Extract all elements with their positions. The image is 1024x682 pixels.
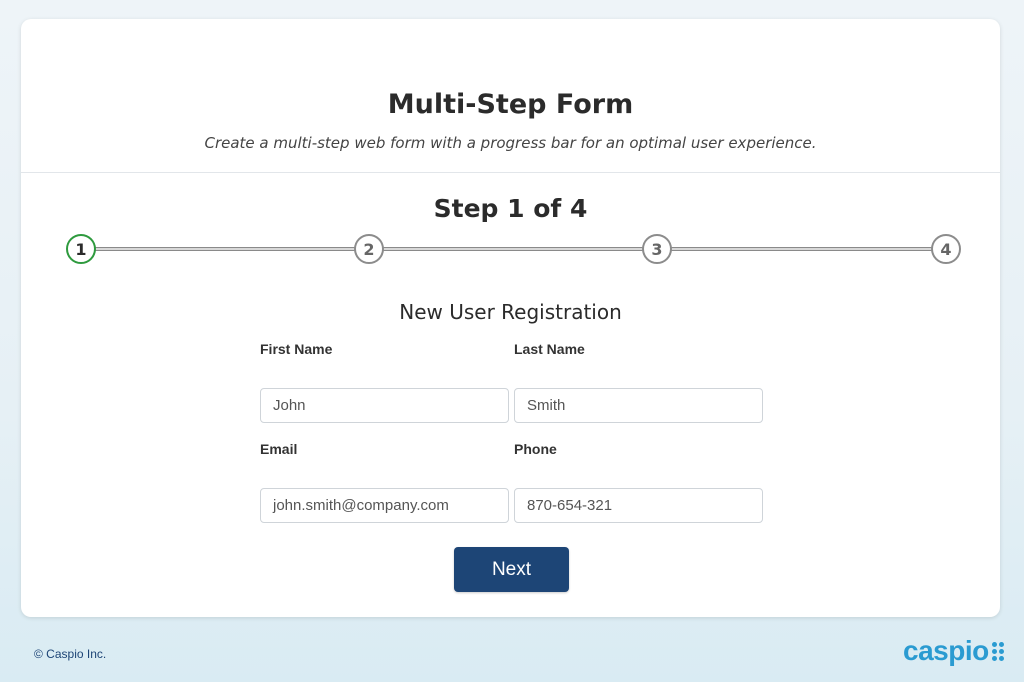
first-name-field[interactable]: John: [260, 388, 509, 423]
email-label: Email: [260, 441, 298, 457]
page-title: Multi-Step Form: [387, 89, 634, 120]
next-button[interactable]: Next: [454, 547, 569, 592]
copyright-text: © Caspio Inc.: [34, 647, 107, 661]
page-subtitle: Create a multi-step web form with a prog…: [204, 134, 817, 152]
step-node-3: 3: [642, 234, 672, 264]
step-node-2: 2: [354, 234, 384, 264]
phone-field[interactable]: 870-654-321: [514, 488, 763, 523]
last-name-field[interactable]: Smith: [514, 388, 763, 423]
step-indicator-text: Step 1 of 4: [433, 194, 588, 223]
email-field[interactable]: john.smith@company.com: [260, 488, 509, 523]
form-card: Multi-Step Form Create a multi-step web …: [21, 19, 1000, 617]
caspio-logo[interactable]: caspio: [903, 633, 1004, 669]
step-node-4: 4: [931, 234, 961, 264]
step-node-1: 1: [66, 234, 96, 264]
logo-wordmark: caspio: [903, 635, 989, 666]
logo-dots-icon: [991, 641, 1004, 661]
progress-bar: 1 2 3 4: [66, 234, 963, 264]
form-section-title: New User Registration: [399, 300, 622, 324]
phone-label: Phone: [514, 441, 557, 457]
first-name-label: First Name: [260, 341, 333, 357]
last-name-label: Last Name: [514, 341, 585, 357]
progress-track: [80, 247, 949, 251]
header-divider: [21, 172, 1000, 173]
